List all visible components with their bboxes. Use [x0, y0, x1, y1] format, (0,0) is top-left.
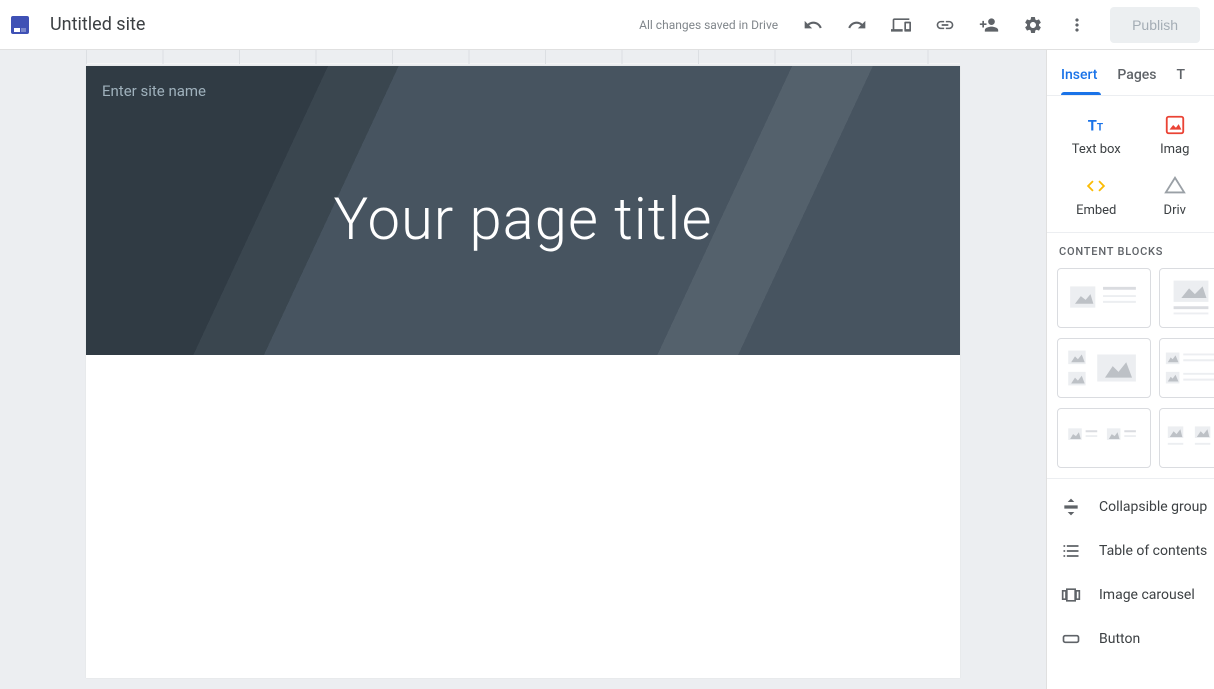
toolbar-actions — [802, 14, 1088, 36]
block-tile-6[interactable] — [1159, 408, 1214, 468]
component-table-of-contents[interactable]: Table of contents — [1047, 529, 1214, 573]
more-vert-icon[interactable] — [1066, 14, 1088, 36]
component-image-carousel[interactable]: Image carousel — [1047, 573, 1214, 617]
block-tile-3[interactable] — [1057, 338, 1151, 398]
content-blocks — [1047, 268, 1214, 478]
text-box-icon: TT — [1085, 114, 1107, 136]
image-icon — [1164, 114, 1186, 136]
toc-icon — [1061, 541, 1081, 561]
insert-images[interactable]: Imag — [1136, 114, 1214, 157]
insert-grid: TT Text box Imag Embed Driv — [1047, 96, 1214, 232]
insert-label: Embed — [1076, 203, 1116, 218]
drive-icon — [1164, 175, 1186, 197]
link-icon[interactable] — [934, 14, 956, 36]
insert-drive[interactable]: Driv — [1136, 175, 1214, 218]
add-person-icon[interactable] — [978, 14, 1000, 36]
insert-label: Text box — [1072, 142, 1121, 157]
tab-pages[interactable]: Pages — [1107, 67, 1166, 95]
tab-themes[interactable]: T — [1166, 67, 1195, 95]
component-collapsible-group[interactable]: Collapsible group — [1047, 485, 1214, 529]
tab-insert[interactable]: Insert — [1047, 67, 1107, 95]
component-button[interactable]: Button — [1047, 617, 1214, 661]
carousel-icon — [1061, 585, 1081, 605]
block-tile-1[interactable] — [1057, 268, 1151, 328]
embed-icon — [1085, 175, 1107, 197]
undo-icon[interactable] — [802, 14, 824, 36]
button-icon — [1061, 629, 1081, 649]
ruler — [86, 50, 960, 64]
google-sites-logo — [8, 13, 32, 37]
canvas-area: Enter site name Your page title — [0, 50, 1046, 689]
preview-devices-icon[interactable] — [890, 14, 912, 36]
page-title[interactable]: Your page title — [86, 186, 960, 254]
save-status: All changes saved in Drive — [639, 18, 778, 32]
block-tile-5[interactable] — [1057, 408, 1151, 468]
hero-header[interactable]: Enter site name Your page title — [86, 66, 960, 355]
content-blocks-header: CONTENT BLOCKS — [1047, 232, 1214, 268]
side-panel: Insert Pages T TT Text box Imag — [1046, 50, 1214, 689]
top-toolbar: Untitled site All changes saved in Drive… — [0, 0, 1214, 50]
block-tile-4[interactable] — [1159, 338, 1214, 398]
insert-label: Driv — [1164, 203, 1186, 218]
component-list: Collapsible group Table of contents Imag… — [1047, 478, 1214, 661]
page-canvas[interactable]: Enter site name Your page title — [86, 66, 960, 678]
insert-embed[interactable]: Embed — [1057, 175, 1136, 218]
block-tile-2[interactable] — [1159, 268, 1214, 328]
svg-text:T: T — [1088, 117, 1097, 135]
redo-icon[interactable] — [846, 14, 868, 36]
publish-button[interactable]: Publish — [1110, 7, 1200, 43]
site-name-placeholder[interactable]: Enter site name — [102, 82, 206, 100]
collapsible-icon — [1061, 497, 1081, 517]
component-label: Image carousel — [1099, 587, 1195, 603]
document-title[interactable]: Untitled site — [50, 14, 145, 35]
insert-label: Imag — [1160, 142, 1189, 157]
component-label: Table of contents — [1099, 543, 1207, 559]
component-label: Button — [1099, 631, 1140, 647]
svg-text:T: T — [1097, 123, 1104, 134]
insert-text-box[interactable]: TT Text box — [1057, 114, 1136, 157]
sidepanel-tabs: Insert Pages T — [1047, 50, 1214, 96]
gear-icon[interactable] — [1022, 14, 1044, 36]
component-label: Collapsible group — [1099, 499, 1207, 515]
